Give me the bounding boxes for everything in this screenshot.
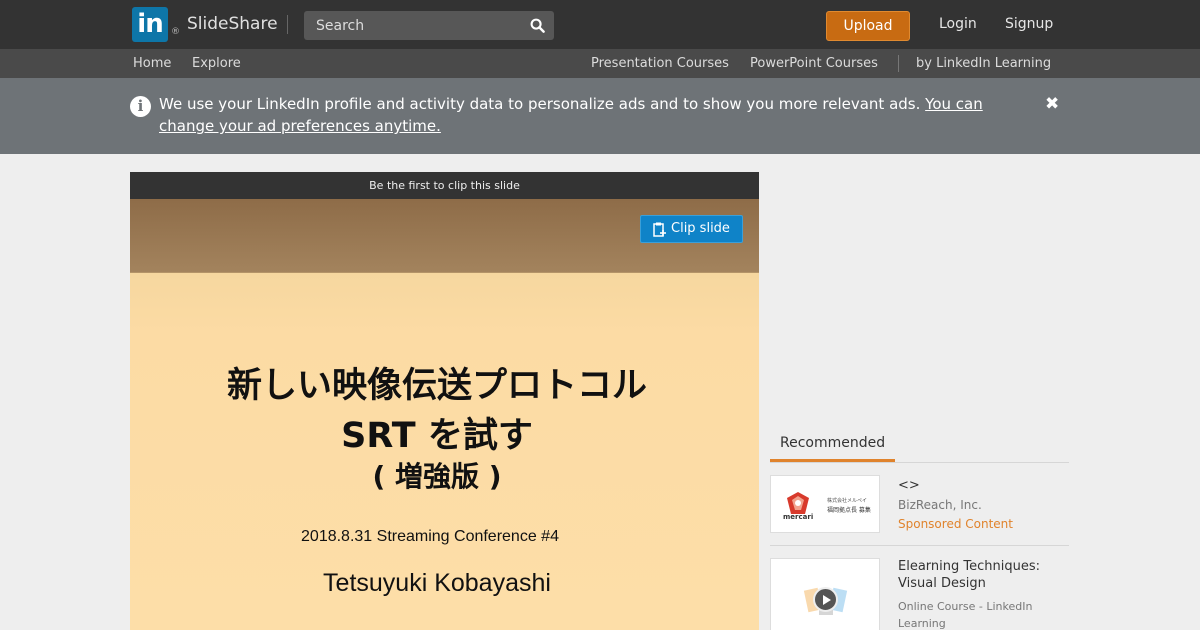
recommended-title[interactable]: <> xyxy=(898,477,1068,494)
signup-link[interactable]: Signup xyxy=(1005,16,1053,32)
recommended-item[interactable]: Elearning Techniques: Visual Design Onli… xyxy=(770,558,1069,630)
registered-mark: ® xyxy=(171,27,180,37)
info-icon: i xyxy=(130,96,151,117)
sub-navigation: Home Explore Presentation Courses PowerP… xyxy=(0,49,1200,78)
subnav-divider xyxy=(898,55,899,72)
top-bar: in ® SlideShare Upload Login Signup xyxy=(0,0,1200,49)
recommended-separator xyxy=(770,545,1069,546)
search-icon[interactable] xyxy=(530,18,545,33)
nav-explore[interactable]: Explore xyxy=(192,56,241,71)
recommended-divider xyxy=(770,462,1069,463)
recommended-course-source: Online Course - LinkedIn Learning xyxy=(898,600,1033,630)
mercari-logo-icon xyxy=(787,492,809,514)
course-thumbnail[interactable] xyxy=(770,558,880,630)
slide-viewer: Be the first to clip this slide Clip sli… xyxy=(130,172,759,630)
recommended-publisher: BizReach, Inc. xyxy=(898,498,982,512)
slide-author: Tetsuyuki Kobayashi xyxy=(323,569,551,597)
recommended-title[interactable]: Elearning Techniques: Visual Design xyxy=(898,558,1068,592)
search-input[interactable] xyxy=(304,11,524,40)
login-link[interactable]: Login xyxy=(939,16,977,32)
notice-message: We use your LinkedIn profile and activit… xyxy=(159,95,921,113)
slide-title-line2: SRT を試す xyxy=(341,416,533,456)
slide-content[interactable]: 新しい映像伝送プロトコル SRT を試す ( 増強版 ) 2018.8.31 S… xyxy=(130,273,759,630)
slide-title-line1: 新しい映像伝送プロトコル xyxy=(226,366,647,406)
brand-name[interactable]: SlideShare xyxy=(187,14,278,34)
clipboard-add-icon xyxy=(653,222,666,237)
slide-event: 2018.8.31 Streaming Conference #4 xyxy=(301,528,559,545)
thumb-brand: mercari xyxy=(783,513,814,521)
upload-button[interactable]: Upload xyxy=(826,11,910,41)
nav-home[interactable]: Home xyxy=(133,56,171,71)
clip-slide-label: Clip slide xyxy=(671,221,730,236)
linkedin-logo[interactable]: in xyxy=(132,7,168,42)
thumb-caption-2: 福岡拠点長 募集 xyxy=(827,507,871,514)
sponsored-badge: Sponsored Content xyxy=(898,517,1013,531)
tab-recommended[interactable]: Recommended xyxy=(770,433,895,462)
clip-bar: Be the first to clip this slide xyxy=(130,172,759,199)
search-box xyxy=(304,11,554,40)
header-divider xyxy=(287,15,288,34)
thumb-caption-1: 株式会社メルペイ xyxy=(827,498,868,504)
notice-text: We use your LinkedIn profile and activit… xyxy=(159,93,1019,137)
close-icon[interactable]: ✖ xyxy=(1045,94,1059,114)
nav-presentation-courses[interactable]: Presentation Courses xyxy=(591,56,729,71)
recommended-thumbnail[interactable]: mercari 株式会社メルペイ 福岡拠点長 募集 xyxy=(770,475,880,533)
recommended-item[interactable]: mercari 株式会社メルペイ 福岡拠点長 募集 <> BizReach, I… xyxy=(770,475,1069,533)
nav-linkedin-learning[interactable]: by LinkedIn Learning xyxy=(916,56,1051,71)
play-icon[interactable] xyxy=(813,587,838,612)
clip-slide-button[interactable]: Clip slide xyxy=(640,215,743,243)
ad-preferences-notice: i We use your LinkedIn profile and activ… xyxy=(0,78,1200,154)
slide-title-line3: ( 増強版 ) xyxy=(372,460,502,493)
nav-powerpoint-courses[interactable]: PowerPoint Courses xyxy=(750,56,878,71)
